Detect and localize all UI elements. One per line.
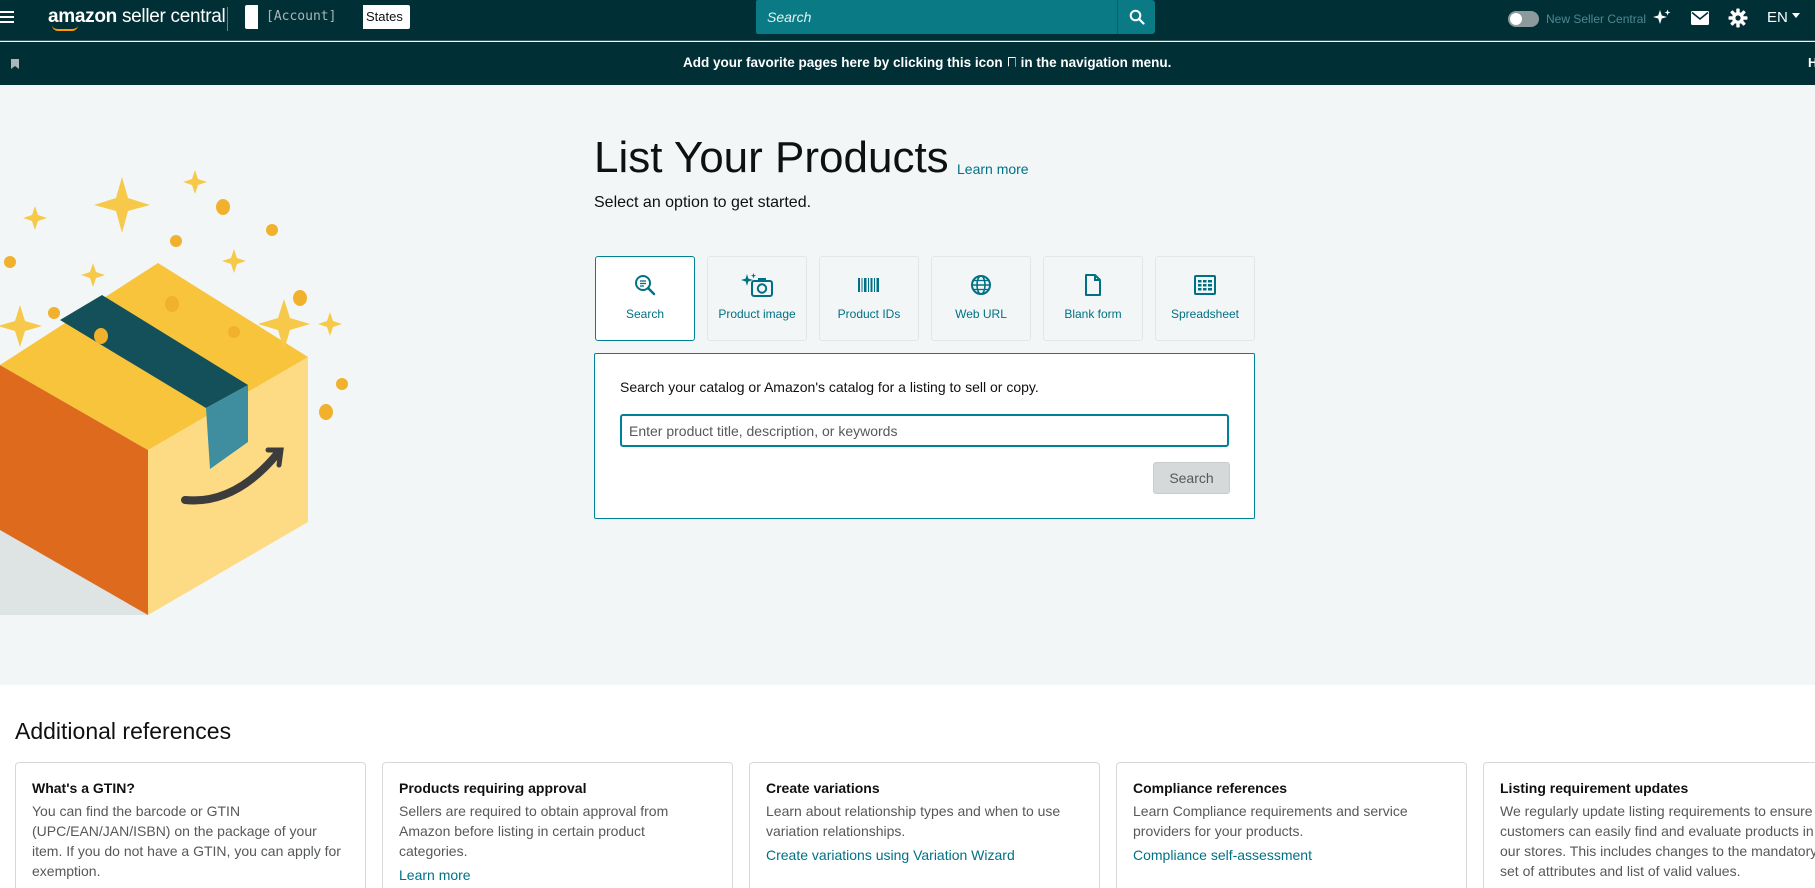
top-navigation: amazon seller central [Account] States S… (0, 0, 1815, 41)
option-product-ids[interactable]: Product IDs (819, 256, 919, 341)
sparkle-icon[interactable] (1651, 7, 1673, 29)
gear-icon[interactable] (1727, 7, 1749, 29)
nav-divider (227, 7, 228, 31)
card-body: Learn about relationship types and when … (766, 803, 1061, 839)
barcode-icon (858, 278, 879, 292)
new-seller-central-toggle[interactable] (1508, 11, 1539, 27)
option-web-url[interactable]: Web URL (931, 256, 1031, 341)
card-title: Products requiring approval (399, 780, 587, 796)
favorites-hint-before: Add your favorite pages here by clicking… (683, 55, 1003, 70)
box-illustration (0, 170, 348, 615)
option-spreadsheet[interactable]: Spreadsheet (1155, 256, 1255, 341)
card-link[interactable]: Create variations using Variation Wizard (766, 845, 1083, 865)
spreadsheet-icon (1194, 275, 1216, 295)
card-body: You can find the barcode or GTIN (UPC/EA… (32, 803, 341, 879)
chevron-down-icon (1792, 13, 1800, 18)
option-label: Spreadsheet (1170, 307, 1240, 321)
language-selector[interactable]: EN (1767, 9, 1788, 26)
document-icon (1085, 274, 1101, 296)
favorites-bar: Add your favorite pages here by clicking… (0, 42, 1815, 85)
globe-icon (971, 275, 991, 295)
logo-brand: amazon (48, 6, 117, 27)
page-title: List Your Products (594, 133, 949, 182)
card-link[interactable]: Learn more (399, 865, 716, 885)
reference-card-approval: Products requiring approval Sellers are … (382, 762, 733, 888)
search-icon (635, 275, 656, 296)
camera-sparkle-icon (741, 273, 773, 297)
card-body: Sellers are required to obtain approval … (399, 803, 669, 859)
reference-card-listing-updates: Listing requirement updates We regularly… (1483, 762, 1815, 888)
section-title: Additional references (15, 718, 232, 744)
global-search-button[interactable] (1117, 0, 1155, 34)
global-search-input[interactable]: Search (756, 0, 1117, 34)
bookmark-outline-icon (1007, 57, 1016, 67)
card-title: Compliance references (1133, 780, 1288, 796)
reference-card-variations: Create variations Learn about relationsh… (749, 762, 1100, 888)
catalog-search-button[interactable]: Search (1153, 462, 1230, 494)
card-title: Listing requirement updates (1500, 780, 1689, 796)
favorites-bar-edge-text: H (1808, 55, 1815, 70)
option-label: Product IDs (837, 307, 901, 321)
favorites-hint: Add your favorite pages here by clicking… (683, 55, 1171, 70)
option-label: Blank form (1064, 307, 1122, 321)
menu-icon[interactable] (0, 11, 14, 25)
card-body: Learn Compliance requirements and servic… (1133, 803, 1408, 839)
catalog-search-panel: Search your catalog or Amazon's catalog … (594, 353, 1255, 519)
additional-references-section: Additional references What's a GTIN? You… (0, 685, 1815, 888)
option-blank-form[interactable]: Blank form (1043, 256, 1143, 341)
option-search[interactable]: Search (595, 256, 695, 341)
catalog-search-input[interactable] (620, 414, 1229, 447)
card-title: Create variations (766, 780, 880, 796)
account-name[interactable]: [Account] (258, 5, 363, 29)
reference-card-compliance: Compliance references Learn Compliance r… (1116, 762, 1467, 888)
account-country[interactable]: States (366, 5, 403, 29)
new-seller-central-label: New Seller Central (1546, 12, 1647, 26)
option-label: Product image (718, 307, 796, 321)
card-title: What's a GTIN? (32, 780, 135, 796)
card-body: We regularly update listing requirements… (1500, 803, 1815, 879)
favorites-hint-after: in the navigation menu. (1020, 55, 1172, 70)
page-subtitle: Select an option to get started. (594, 194, 812, 211)
list-products-section: List Your Products Learn more Select an … (0, 85, 1815, 685)
option-product-image[interactable]: Product image (707, 256, 807, 341)
option-label: Search (625, 307, 665, 321)
mail-icon[interactable] (1689, 7, 1711, 29)
bookmark-icon[interactable] (11, 59, 19, 69)
logo-smile-icon (52, 25, 78, 31)
card-link[interactable]: Compliance self-assessment (1133, 845, 1450, 865)
search-icon (1129, 9, 1145, 25)
learn-more-link[interactable]: Learn more (957, 161, 1029, 177)
reference-card-gtin: What's a GTIN? You can find the barcode … (15, 762, 366, 888)
catalog-search-description: Search your catalog or Amazon's catalog … (620, 379, 1039, 395)
logo-product: seller central (121, 6, 226, 27)
option-label: Web URL (955, 307, 1007, 321)
